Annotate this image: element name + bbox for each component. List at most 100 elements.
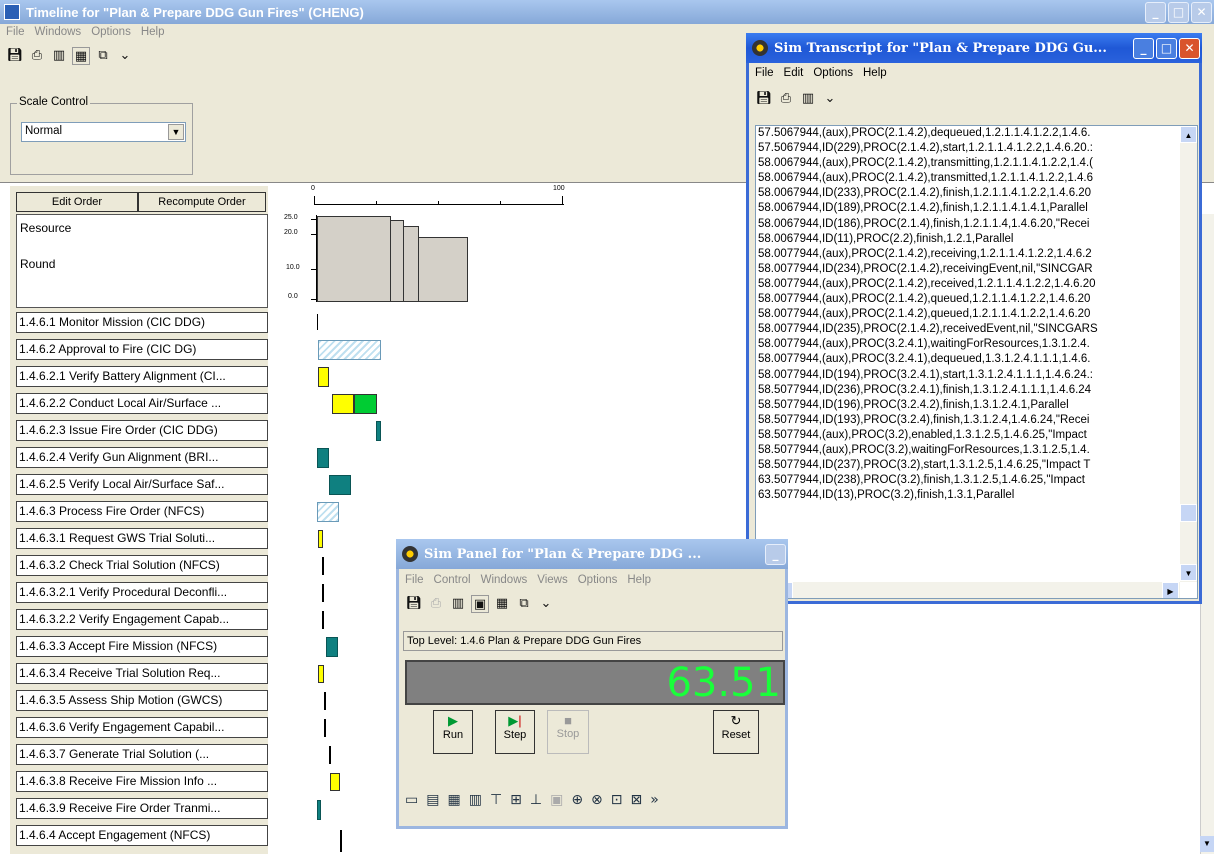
scroll-right-icon[interactable]: ▶ <box>1162 582 1179 598</box>
gantt-bar[interactable] <box>332 394 354 414</box>
step-button[interactable]: ▶| Step <box>495 710 535 754</box>
menu-views[interactable]: Views <box>537 574 567 589</box>
tree-icon[interactable]: ⊤ <box>490 792 502 814</box>
grid-icon[interactable]: ⊞ <box>510 792 522 814</box>
close-icon[interactable]: ✕ <box>1191 1 1212 23</box>
timeline-titlebar[interactable]: Timeline for "Plan & Prepare DDG Gun Fir… <box>0 0 1214 24</box>
dropdown-icon[interactable]: ⌄ <box>537 595 555 613</box>
gantt-bar[interactable] <box>354 394 377 414</box>
minimize-icon[interactable]: _ <box>1145 1 1166 23</box>
menu-file[interactable]: File <box>755 67 774 83</box>
print-icon[interactable]: ⎙ <box>427 595 445 613</box>
task-row[interactable]: 1.4.6.2.2 Conduct Local Air/Surface ... <box>16 393 268 414</box>
scroll-up-icon[interactable]: ▲ <box>1180 126 1197 143</box>
view-icon-1[interactable]: ▭ <box>405 792 418 814</box>
chart-icon[interactable]: ▥ <box>449 595 467 613</box>
gantt-bar[interactable] <box>318 665 324 683</box>
menu-options[interactable]: Options <box>91 26 131 42</box>
menu-options[interactable]: Options <box>578 574 618 589</box>
vertical-scrollbar[interactable] <box>1200 214 1214 854</box>
task-row[interactable]: 1.4.6.3.8 Receive Fire Mission Info ... <box>16 771 268 792</box>
export-icon[interactable]: ⊠ <box>631 792 643 814</box>
dropdown-icon[interactable]: ⌄ <box>116 47 134 65</box>
node-icon-2[interactable]: ⊗ <box>591 792 603 814</box>
close-icon[interactable]: ✕ <box>1179 37 1200 59</box>
gantt-bar[interactable] <box>317 800 321 820</box>
fit-icon[interactable]: ⊡ <box>611 792 623 814</box>
minimize-icon[interactable]: _ <box>765 543 786 565</box>
chart-icon[interactable]: ▥ <box>50 47 68 65</box>
task-row[interactable]: 1.4.6.2.4 Verify Gun Alignment (BRI... <box>16 447 268 468</box>
panel-icon[interactable]: ▣ <box>471 595 489 613</box>
dropdown-icon[interactable]: ⌄ <box>821 90 839 108</box>
view-icon-disabled[interactable]: ▣ <box>550 792 563 814</box>
gantt-bar[interactable] <box>340 830 342 852</box>
gantt-bar[interactable] <box>322 557 324 575</box>
task-row[interactable]: 1.4.6.2 Approval to Fire (CIC DG) <box>16 339 268 360</box>
scroll-down-icon[interactable]: ▼ <box>1180 564 1197 581</box>
hierarchy-icon[interactable]: ⊥ <box>530 792 542 814</box>
task-row[interactable]: 1.4.6.4 Accept Engagement (NFCS) <box>16 825 268 846</box>
maximize-icon[interactable]: □ <box>1168 1 1189 23</box>
window-icon[interactable]: ▦ <box>493 595 511 613</box>
chevron-down-icon[interactable]: ▼ <box>168 124 184 140</box>
maximize-icon[interactable]: □ <box>1156 37 1177 59</box>
menu-help[interactable]: Help <box>863 67 887 83</box>
recompute-order-button[interactable]: Recompute Order <box>138 192 266 212</box>
gantt-bar[interactable] <box>317 502 339 522</box>
task-row[interactable]: 1.4.6.3 Process Fire Order (NFCS) <box>16 501 268 522</box>
task-row[interactable]: 1.4.6.3.7 Generate Trial Solution (... <box>16 744 268 765</box>
task-row[interactable]: 1.4.6.3.3 Accept Fire Mission (NFCS) <box>16 636 268 657</box>
gantt-bar[interactable] <box>376 421 381 441</box>
menu-file[interactable]: File <box>405 574 424 589</box>
transcript-hscrollbar[interactable]: ◀ ▶ <box>756 582 1180 598</box>
reset-button[interactable]: ↻ Reset <box>713 710 759 754</box>
tile-icon[interactable]: ⧉ <box>515 595 533 613</box>
gantt-bar[interactable] <box>318 340 381 360</box>
menu-control[interactable]: Control <box>434 574 471 589</box>
task-row[interactable]: 1.4.6.2.3 Issue Fire Order (CIC DDG) <box>16 420 268 441</box>
more-icon[interactable]: » <box>650 792 659 814</box>
task-row[interactable]: 1.4.6.3.9 Receive Fire Order Tranmi... <box>16 798 268 819</box>
view-icon-4[interactable]: ▥ <box>469 792 482 814</box>
gantt-bar[interactable] <box>322 584 324 602</box>
menu-windows[interactable]: Windows <box>35 26 82 42</box>
save-icon[interactable]: 💾︎ <box>755 90 773 108</box>
task-row[interactable]: 1.4.6.2.5 Verify Local Air/Surface Saf..… <box>16 474 268 495</box>
gantt-bar[interactable] <box>326 637 338 657</box>
scroll-down-icon[interactable]: ▼ <box>1200 836 1214 852</box>
task-row[interactable]: 1.4.6.3.4 Receive Trial Solution Req... <box>16 663 268 684</box>
scroll-thumb[interactable] <box>1180 504 1197 522</box>
tile-icon[interactable]: ⧉ <box>94 47 112 65</box>
task-row[interactable]: 1.4.6.1 Monitor Mission (CIC DDG) <box>16 312 268 333</box>
transcript-text-area[interactable]: 57.5067944,(aux),PROC(2.1.4.2),dequeued,… <box>755 125 1198 599</box>
minimize-icon[interactable]: _ <box>1133 37 1154 59</box>
node-icon-1[interactable]: ⊕ <box>571 792 583 814</box>
task-row[interactable]: 1.4.6.3.2.2 Verify Engagement Capab... <box>16 609 268 630</box>
task-row[interactable]: 1.4.6.3.2.1 Verify Procedural Deconfli..… <box>16 582 268 603</box>
menu-help[interactable]: Help <box>627 574 651 589</box>
view-icon-3[interactable]: ▦ <box>447 792 460 814</box>
menu-help[interactable]: Help <box>141 26 165 42</box>
task-row[interactable]: 1.4.6.2.1 Verify Battery Alignment (CI..… <box>16 366 268 387</box>
scale-select[interactable]: Normal ▼ <box>21 122 186 142</box>
gantt-bar[interactable] <box>324 719 326 737</box>
menu-file[interactable]: File <box>6 26 25 42</box>
task-row[interactable]: 1.4.6.3.5 Assess Ship Motion (GWCS) <box>16 690 268 711</box>
print-icon[interactable]: ⎙ <box>28 47 46 65</box>
gantt-bar[interactable] <box>329 475 351 495</box>
gantt-bar[interactable] <box>317 448 329 468</box>
gantt-bar[interactable] <box>329 746 331 764</box>
gantt-bar[interactable] <box>318 367 329 387</box>
gantt-bar[interactable] <box>318 530 323 548</box>
task-row[interactable]: 1.4.6.3.1 Request GWS Trial Soluti... <box>16 528 268 549</box>
menu-options[interactable]: Options <box>813 67 853 83</box>
save-icon[interactable]: 💾︎ <box>6 47 24 65</box>
edit-order-button[interactable]: Edit Order <box>16 192 138 212</box>
gantt-bar[interactable] <box>317 314 318 330</box>
window-icon[interactable]: ▦ <box>72 47 90 65</box>
gantt-bar[interactable] <box>330 773 340 791</box>
simpanel-titlebar[interactable]: Sim Panel for "Plan & Prepare DDG ... _ <box>396 539 788 569</box>
view-icon-2[interactable]: ▤ <box>426 792 439 814</box>
gantt-bar[interactable] <box>322 611 324 629</box>
